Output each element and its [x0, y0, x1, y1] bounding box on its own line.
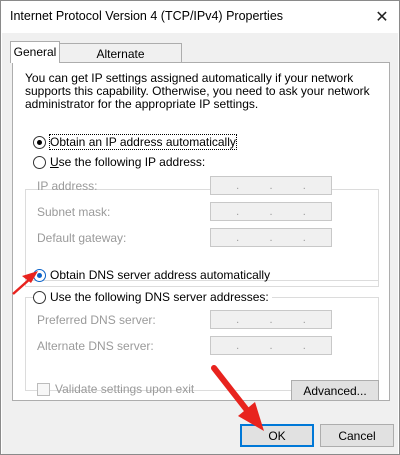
radio-label: Obtain an IP address automatically — [49, 134, 237, 150]
radio-obtain-ip-auto[interactable]: Obtain an IP address automatically — [33, 134, 237, 150]
radio-use-following-dns[interactable]: Use the following DNS server addresses: — [33, 289, 272, 305]
window-title: Internet Protocol Version 4 (TCP/IPv4) P… — [10, 9, 284, 23]
cancel-button[interactable]: Cancel — [320, 424, 394, 447]
tab-alternate-configuration[interactable]: Alternate Configuration — [60, 43, 182, 75]
ok-button[interactable]: OK — [240, 424, 314, 447]
radio-label: Use the following IP address: — [50, 155, 206, 169]
default-gateway-input[interactable]: ... — [210, 228, 332, 247]
ip-address-input[interactable]: ... — [210, 176, 332, 195]
ip-address-label: IP address: — [37, 179, 98, 193]
radio-use-following-ip[interactable]: Use the following IP address: — [33, 154, 209, 170]
preferred-dns-label: Preferred DNS server: — [37, 313, 156, 327]
radio-icon[interactable] — [33, 290, 46, 304]
radio-icon[interactable] — [33, 268, 46, 282]
preferred-dns-input[interactable]: ... — [210, 310, 332, 329]
checkbox-icon[interactable] — [37, 382, 50, 396]
subnet-mask-input[interactable]: ... — [210, 202, 332, 221]
radio-icon[interactable] — [33, 155, 46, 169]
radio-obtain-dns-auto[interactable]: Obtain DNS server address automatically — [33, 267, 270, 283]
validate-label: Validate settings upon exit — [55, 382, 195, 396]
close-icon[interactable]: ✕ — [365, 1, 399, 33]
advanced-button[interactable]: Advanced... — [291, 380, 379, 401]
dialog-window: Internet Protocol Version 4 (TCP/IPv4) P… — [0, 0, 400, 455]
alternate-dns-label: Alternate DNS server: — [37, 339, 154, 353]
radio-label: Obtain DNS server address automatically — [50, 268, 271, 282]
alternate-dns-input[interactable]: ... — [210, 336, 332, 355]
radio-icon[interactable] — [33, 135, 46, 149]
intro-text: You can get IP settings assigned automat… — [25, 71, 370, 111]
subnet-mask-label: Subnet mask: — [37, 205, 111, 219]
tab-general[interactable]: General — [10, 41, 60, 63]
dialog-body: General Alternate Configuration You can … — [2, 33, 398, 454]
validate-settings-checkbox[interactable]: Validate settings upon exit — [37, 381, 194, 397]
radio-label: Use the following DNS server addresses: — [50, 290, 269, 304]
general-panel: You can get IP settings assigned automat… — [12, 62, 390, 401]
default-gateway-label: Default gateway: — [37, 231, 127, 245]
title-bar: Internet Protocol Version 4 (TCP/IPv4) P… — [1, 1, 399, 33]
